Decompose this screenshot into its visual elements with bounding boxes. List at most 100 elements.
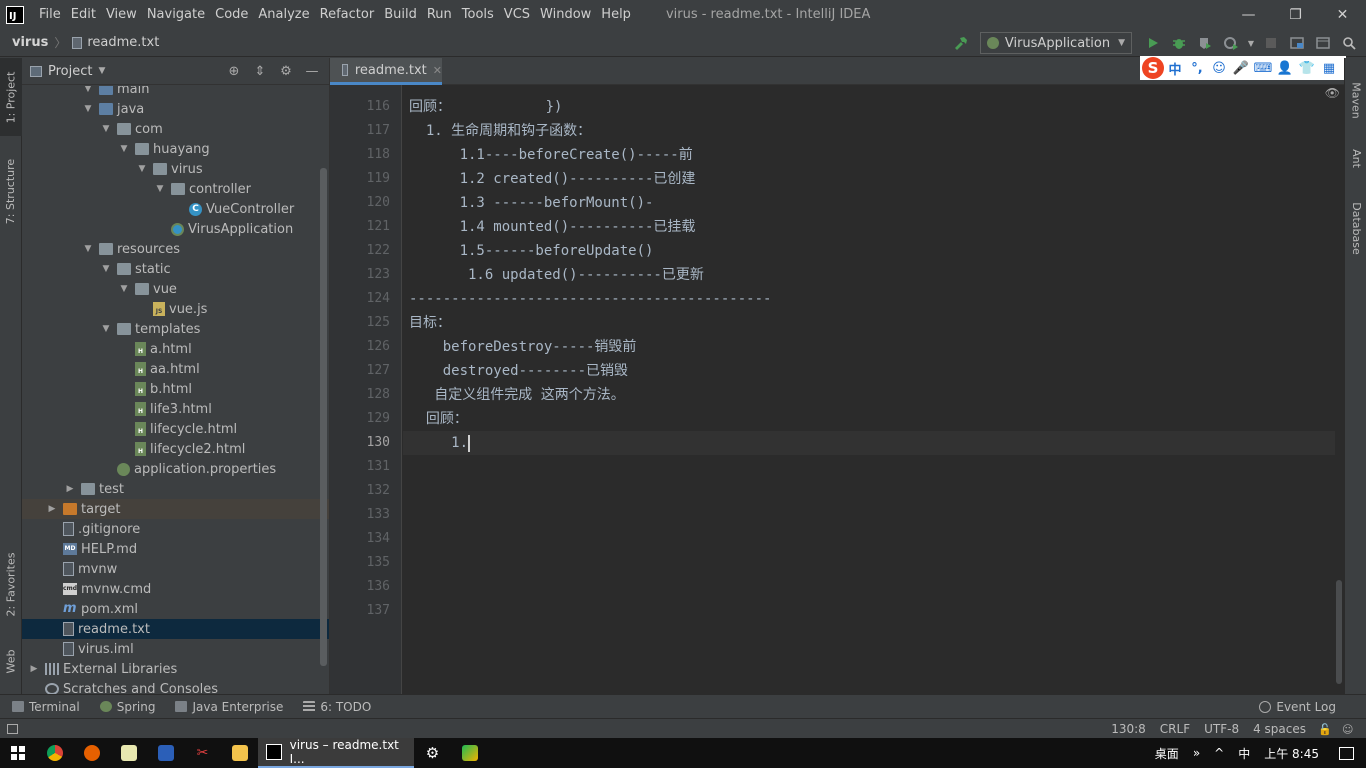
start-button[interactable]: [0, 738, 36, 768]
menu-navigate[interactable]: Navigate: [142, 7, 210, 22]
todo-tool-tab[interactable]: 6: TODO: [303, 700, 371, 714]
expand-arrow-down-icon[interactable]: ▼: [82, 86, 94, 94]
tree-node[interactable]: .gitignore: [22, 519, 329, 539]
taskbar-firefox[interactable]: [73, 738, 110, 768]
event-log-tool-tab[interactable]: Event Log: [1259, 695, 1336, 719]
expand-arrow-down-icon[interactable]: ▼: [154, 184, 166, 194]
expand-arrow-down-icon[interactable]: ▼: [118, 144, 130, 154]
expand-arrow-down-icon[interactable]: ▼: [82, 244, 94, 254]
terminal-window-icon[interactable]: [1312, 32, 1334, 54]
collapse-all-icon[interactable]: ⇕: [247, 64, 273, 79]
build-hammer-icon[interactable]: [950, 32, 972, 54]
taskbar-explorer[interactable]: [221, 738, 258, 768]
search-icon[interactable]: [1338, 32, 1360, 54]
tree-node[interactable]: ▼ templates: [22, 319, 329, 339]
tree-node[interactable]: ▼ static: [22, 259, 329, 279]
tree-node[interactable]: readme.txt: [22, 619, 329, 639]
breadcrumb-project[interactable]: virus: [12, 35, 48, 50]
tree-node[interactable]: Haa.html: [22, 359, 329, 379]
tree-node[interactable]: ▼ virus: [22, 159, 329, 179]
menu-build[interactable]: Build: [379, 7, 422, 22]
tree-node[interactable]: Hlifecycle.html: [22, 419, 329, 439]
indent-setting[interactable]: 4 spaces: [1253, 722, 1306, 736]
tree-node[interactable]: m pom.xml: [22, 599, 329, 619]
tree-node[interactable]: ▼ main: [22, 86, 329, 99]
menu-analyze[interactable]: Analyze: [253, 7, 314, 22]
chevron-down-icon[interactable]: ▼: [1246, 32, 1256, 54]
taskbar-chrome[interactable]: [36, 738, 73, 768]
project-tool-tab[interactable]: 1: Project: [0, 58, 22, 136]
tree-node[interactable]: virus.iml: [22, 639, 329, 659]
ime-toolbox-icon[interactable]: ▦: [1318, 61, 1340, 76]
ime-user-icon[interactable]: 👤: [1274, 61, 1296, 76]
structure-tool-tab[interactable]: 7: Structure: [0, 148, 22, 234]
clock[interactable]: 上午 8:45: [1264, 745, 1319, 762]
tree-node[interactable]: VirusApplication: [22, 219, 329, 239]
expand-arrow-right-icon[interactable]: ▶: [28, 664, 40, 674]
menu-vcs[interactable]: VCS: [499, 7, 535, 22]
taskbar-settings[interactable]: ⚙: [414, 738, 451, 768]
desktop-toolbar-chevron-icon[interactable]: »: [1193, 746, 1200, 760]
gear-icon[interactable]: ⚙: [273, 64, 299, 79]
tree-node[interactable]: Hlife3.html: [22, 399, 329, 419]
expand-arrow-down-icon[interactable]: ▼: [118, 284, 130, 294]
tree-node[interactable]: cmd mvnw.cmd: [22, 579, 329, 599]
tree-node[interactable]: ▶ target: [22, 499, 329, 519]
desktop-toolbar[interactable]: 桌面: [1155, 745, 1179, 762]
tree-node[interactable]: Ha.html: [22, 339, 329, 359]
tab-readme-txt[interactable]: readme.txt ✕: [330, 58, 442, 85]
tree-node[interactable]: ▶ test: [22, 479, 329, 499]
project-view-selector[interactable]: Project: [48, 64, 92, 79]
taskbar-notepad[interactable]: [110, 738, 147, 768]
code-editor[interactable]: }) 回顾： 1. 生命周期和钩子函数： 1.1----beforeCreate…: [403, 85, 1335, 694]
tree-node[interactable]: ▼ java: [22, 99, 329, 119]
maven-tool-tab[interactable]: Maven: [1345, 74, 1366, 126]
menu-window[interactable]: Window: [535, 7, 596, 22]
menu-run[interactable]: Run: [422, 7, 457, 22]
ime-microphone-icon[interactable]: 🎤: [1230, 61, 1252, 76]
menu-refactor[interactable]: Refactor: [315, 7, 380, 22]
toggle-tool-windows-icon[interactable]: [7, 723, 18, 734]
profiler-icon[interactable]: [1220, 32, 1242, 54]
expand-arrow-right-icon[interactable]: ▶: [64, 484, 76, 494]
project-structure-icon[interactable]: [1286, 32, 1308, 54]
terminal-tool-tab[interactable]: Terminal: [12, 700, 80, 714]
java-enterprise-tool-tab[interactable]: Java Enterprise: [175, 700, 283, 714]
menu-code[interactable]: Code: [210, 7, 253, 22]
taskbar-media[interactable]: [451, 738, 488, 768]
sogou-ime-logo-icon[interactable]: S: [1142, 57, 1164, 79]
tree-node[interactable]: application.properties: [22, 459, 329, 479]
ime-skin-icon[interactable]: 👕: [1296, 61, 1318, 76]
action-center-icon[interactable]: [1326, 738, 1366, 768]
tree-node[interactable]: Hlifecycle2.html: [22, 439, 329, 459]
expand-arrow-down-icon[interactable]: ▼: [100, 124, 112, 134]
locate-file-icon[interactable]: ⊕: [221, 64, 247, 79]
caret-position[interactable]: 130:8: [1111, 722, 1146, 736]
close-tab-icon[interactable]: ✕: [433, 64, 442, 77]
expand-arrow-down-icon[interactable]: ▼: [100, 324, 112, 334]
run-icon[interactable]: [1142, 32, 1164, 54]
chevron-down-icon[interactable]: ▼: [98, 66, 105, 76]
expand-arrow-down-icon[interactable]: ▼: [100, 264, 112, 274]
close-button[interactable]: ✕: [1319, 0, 1366, 29]
tree-node[interactable]: ▼ controller: [22, 179, 329, 199]
taskbar-snipping[interactable]: ✂: [184, 738, 221, 768]
expand-arrow-right-icon[interactable]: ▶: [46, 504, 58, 514]
file-encoding[interactable]: UTF-8: [1204, 722, 1239, 736]
editor-scrollbar[interactable]: [1336, 580, 1342, 684]
ime-punctuation[interactable]: °,: [1186, 61, 1208, 76]
expand-arrow-down-icon[interactable]: ▼: [136, 164, 148, 174]
hide-panel-icon[interactable]: —: [299, 64, 325, 79]
project-tree-scrollbar[interactable]: [320, 168, 327, 666]
menu-file[interactable]: File: [34, 7, 66, 22]
stop-icon[interactable]: [1260, 32, 1282, 54]
tree-node[interactable]: ▶ External Libraries: [22, 659, 329, 679]
menu-tools[interactable]: Tools: [457, 7, 499, 22]
tree-node[interactable]: JS vue.js: [22, 299, 329, 319]
line-separator[interactable]: CRLF: [1160, 722, 1190, 736]
tree-node[interactable]: MD HELP.md: [22, 539, 329, 559]
coverage-icon[interactable]: [1194, 32, 1216, 54]
input-language-indicator[interactable]: 中: [1238, 745, 1250, 762]
menu-view[interactable]: View: [101, 7, 142, 22]
show-hidden-icons-chevron-up-icon[interactable]: ^: [1214, 746, 1224, 760]
